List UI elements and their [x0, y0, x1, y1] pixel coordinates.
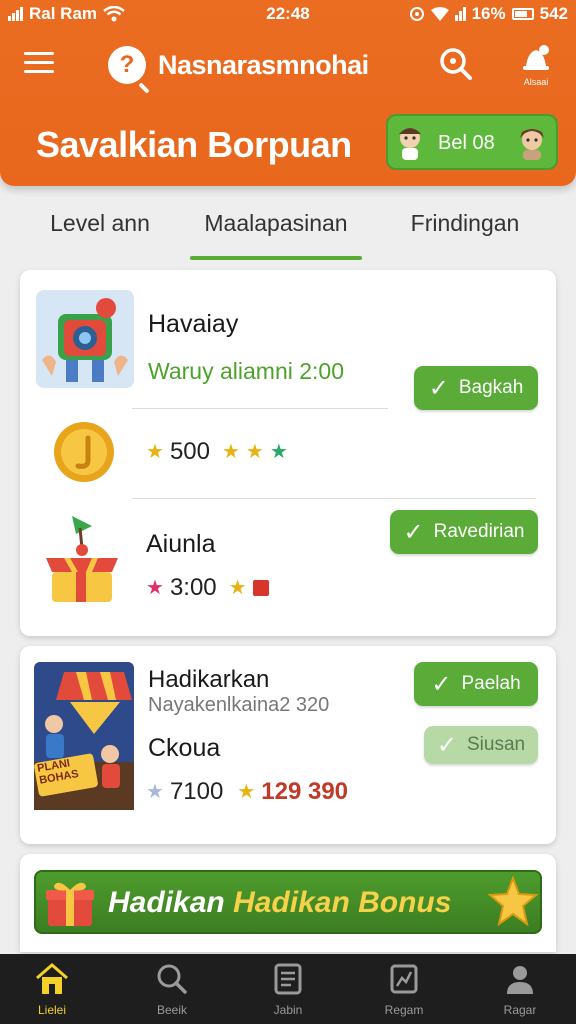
search-icon[interactable]	[438, 46, 474, 82]
item-name: Havaiay	[148, 310, 239, 338]
check-icon: ✓	[436, 731, 457, 759]
task-card-2: PLANI BOHAS Hadikarkan Nayakenlkaina2 32…	[20, 646, 556, 844]
divider	[132, 408, 388, 409]
nav-label: Beeik	[156, 1003, 188, 1017]
star-icon: ★	[228, 577, 247, 599]
bonus-word-2: Hadikan Bonus	[233, 886, 452, 919]
status-bar: Ral Ram 22:48 16% 542	[0, 0, 576, 30]
gift-box-icon	[46, 516, 118, 602]
check-icon: ✓	[403, 518, 424, 546]
star-icon: ★	[146, 577, 164, 599]
claim-button-label: Paelah	[461, 673, 521, 694]
bottom-navigation: Lielei Beeik Jabin Regam Ragar	[0, 954, 576, 1024]
tab-level[interactable]: Level ann	[40, 210, 160, 237]
tab-frindingan[interactable]: Frindingan	[400, 210, 530, 237]
item-subtitle: Waruy aliamni 2:00	[148, 358, 345, 384]
nav-item-search[interactable]: Beeik	[132, 962, 212, 1017]
user-icon	[507, 966, 533, 994]
brand-logo-icon: ?	[108, 46, 146, 84]
nav-label: Regam	[384, 1003, 424, 1017]
alarm-icon	[409, 7, 424, 21]
reward-row: ★ 3:00 ★	[146, 574, 269, 602]
gift-icon	[46, 882, 94, 926]
chip-label: Bel 08	[438, 132, 495, 154]
header-chip-button[interactable]: Bel 08	[386, 114, 558, 170]
character-avatar-icon	[520, 129, 544, 160]
tab-active-indicator	[190, 256, 362, 260]
claimed-button-label: Siusan	[467, 734, 526, 755]
tab-maalapasinan[interactable]: Maalapasinan	[190, 210, 362, 237]
star-icon	[488, 876, 538, 927]
reward-row: ★ 7100 ★ 129 390	[146, 778, 348, 806]
nav-item-chart[interactable]: Regam	[364, 962, 444, 1017]
tab-bar: Level ann Maalapasinan Frindingan	[0, 196, 576, 266]
list-icon	[274, 963, 302, 995]
home-icon	[36, 963, 68, 994]
star-icon: ★	[146, 441, 164, 463]
claim-button[interactable]: ✓ Ravedirian	[390, 510, 538, 554]
check-icon: ✓	[428, 374, 449, 402]
claim-button[interactable]: ✓ Bagkah	[414, 366, 538, 410]
nav-label: Ragar	[503, 1003, 537, 1017]
status-extra: 542	[539, 4, 568, 23]
status-right: 16% 542	[409, 4, 568, 24]
game-art-thumbnail	[34, 662, 134, 810]
nav-item-home[interactable]: Lielei	[12, 962, 92, 1017]
reward-value: 7100	[169, 778, 224, 805]
bonus-word-1: Hadikan	[108, 886, 225, 919]
signal-small-icon	[454, 7, 466, 21]
claim-button[interactable]: ✓ Paelah	[414, 662, 538, 706]
bonus-banner-button[interactable]: Hadikan Hadikan Bonus	[34, 870, 542, 934]
bell-icon	[523, 45, 549, 70]
nav-item-list[interactable]: Jabin	[248, 962, 328, 1017]
app-header: Ral Ram 22:48 16% 542 ? Nasnarasmnohai A…	[0, 0, 576, 186]
claimed-button[interactable]: ✓ Siusan	[424, 726, 538, 764]
battery-icon	[511, 8, 534, 20]
ticket-icon	[252, 580, 269, 596]
reward-value: 500	[169, 438, 210, 465]
battery-percent: 16%	[471, 4, 506, 23]
coin-icon	[54, 422, 114, 482]
nav-label: Jabin	[273, 1003, 303, 1017]
item-name: Aiunla	[146, 530, 216, 558]
reward-row: ★ 500 ★ ★ ★	[146, 438, 288, 466]
brand: ? Nasnarasmnohai	[108, 46, 369, 84]
star-icon: ★	[269, 441, 288, 463]
bonus-banner-text: Hadikan Hadikan Bonus	[108, 886, 451, 920]
promo-title: Savalkian Borpuan	[36, 124, 352, 165]
star-icon: ★	[237, 781, 256, 803]
nav-item-profile[interactable]: Ragar	[480, 962, 560, 1017]
reward-highlight: 129 390	[261, 778, 349, 805]
app-name: Nasnarasmnohai	[158, 49, 369, 80]
card-subtitle: Nayakenlkaina2 320	[148, 694, 330, 716]
camera-toy-icon	[36, 290, 134, 388]
claim-button-label: Ravedirian	[433, 521, 525, 542]
reward-value: 3:00	[169, 574, 217, 601]
top-bar: ? Nasnarasmnohai Alsaai	[0, 40, 576, 94]
chart-icon	[390, 964, 418, 994]
item-name: Ckoua	[148, 734, 221, 762]
menu-icon[interactable]	[24, 52, 54, 76]
character-avatar-icon	[399, 128, 421, 160]
star-icon: ★	[245, 441, 264, 463]
nav-label: Lielei	[37, 1003, 67, 1017]
notification-button[interactable]: Alsaai	[512, 42, 560, 90]
claim-button-label: Bagkah	[458, 377, 524, 398]
check-icon: ✓	[431, 670, 452, 698]
bell-caption: Alsaai	[523, 77, 549, 87]
star-icon: ★	[146, 781, 164, 803]
divider	[132, 498, 536, 499]
search-icon	[157, 964, 187, 994]
card-title: Hadikarkan	[148, 666, 270, 693]
wifi-small-icon	[430, 7, 449, 21]
star-icon: ★	[221, 441, 240, 463]
task-card-1: Havaiay Waruy aliamni 2:00 ✓ Bagkah ★ 50…	[20, 270, 556, 636]
